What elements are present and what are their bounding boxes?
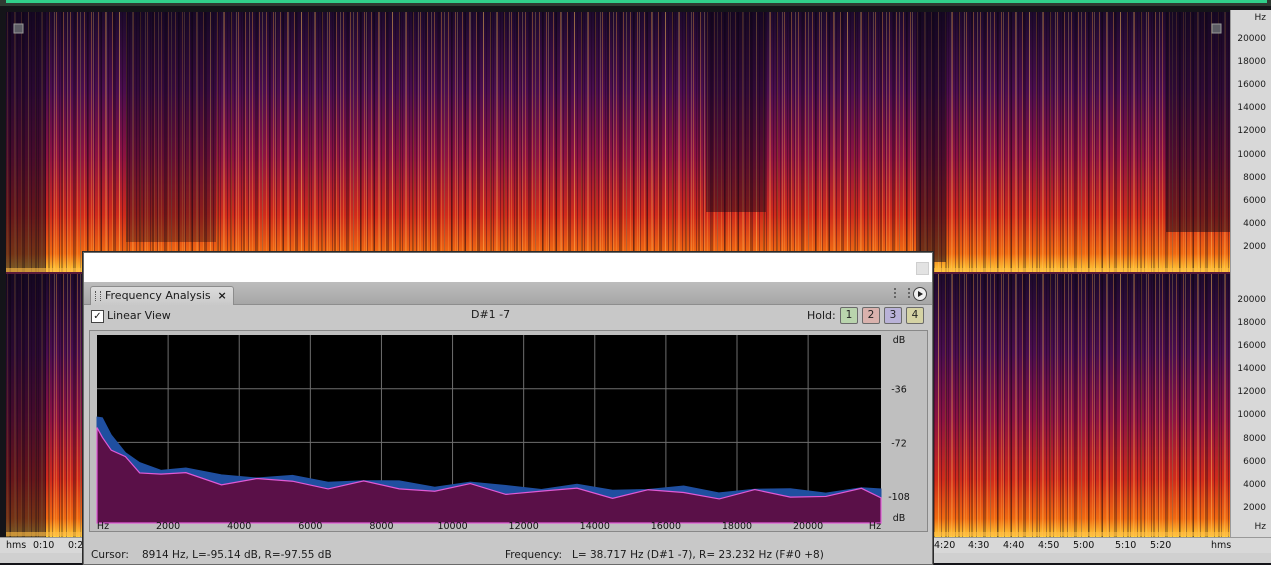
freq-tick-label: 4000 bbox=[1243, 219, 1266, 229]
freq-tick-label: 2000 bbox=[1243, 242, 1266, 252]
selection-bar[interactable] bbox=[6, 0, 1267, 3]
freq-tick-label: 12000 bbox=[1237, 126, 1266, 136]
y-tick-label: -36 bbox=[891, 385, 907, 396]
hz-unit-bottom: Hz bbox=[1254, 522, 1267, 532]
freq-tick-label: 8000 bbox=[1243, 434, 1266, 444]
time-tick-label: 4:20 bbox=[934, 540, 956, 551]
freq-tick-label: 10000 bbox=[1237, 410, 1266, 420]
time-tick-label: 5:10 bbox=[1115, 540, 1137, 551]
time-unit-left: hms bbox=[6, 540, 27, 551]
zoom-corner-right[interactable] bbox=[1211, 23, 1222, 34]
grip-icon[interactable] bbox=[95, 291, 101, 301]
freq-tick-label: 14000 bbox=[1237, 103, 1266, 113]
note-readout: D#1 -7 bbox=[471, 308, 511, 321]
freq-tick-label: 12000 bbox=[1237, 387, 1266, 397]
x-tick-label: 8000 bbox=[369, 521, 393, 531]
time-tick-label: 4:30 bbox=[968, 540, 990, 551]
freq-tick-label: 18000 bbox=[1237, 57, 1266, 67]
x-tick-label: 2000 bbox=[156, 521, 180, 531]
time-tick-label: 0:10 bbox=[33, 540, 55, 551]
tab-frequency-analysis[interactable]: Frequency Analysis × bbox=[90, 286, 234, 305]
panel-tab-bar: Frequency Analysis × bbox=[84, 282, 932, 305]
zoom-corner-left[interactable] bbox=[13, 23, 24, 34]
tab-close-icon[interactable]: × bbox=[217, 287, 226, 305]
hold-button-1[interactable]: 1 bbox=[840, 307, 858, 324]
frequency-readout: L= 38.717 Hz (D#1 -7), R= 23.232 Hz (F#0… bbox=[572, 549, 824, 561]
time-tick-label: 4:50 bbox=[1038, 540, 1060, 551]
freq-tick-label: 6000 bbox=[1243, 196, 1266, 206]
frequency-label: Frequency: bbox=[505, 549, 563, 561]
freq-tick-label: 14000 bbox=[1237, 364, 1266, 374]
frequency-graph[interactable]: Hz 2000 4000 6000 8000 10000 12000 14000 16000 18… bbox=[90, 331, 927, 531]
frequency-ruler: Hz 20000 18000 16000 14000 12000 10000 8… bbox=[1230, 10, 1271, 537]
freq-tick-label: 16000 bbox=[1237, 341, 1266, 351]
hold-button-3[interactable]: 3 bbox=[884, 307, 902, 324]
hold-button-2[interactable]: 2 bbox=[862, 307, 880, 324]
y-tick-label: dB bbox=[893, 335, 906, 346]
x-tick-label: 10000 bbox=[437, 521, 467, 531]
frequency-analysis-panel: Frequency Analysis × ✓ Linear View D#1 -… bbox=[83, 252, 933, 565]
x-tick-label: 20000 bbox=[793, 521, 823, 531]
y-tick-label: dB bbox=[893, 513, 906, 524]
tab-label: Frequency Analysis bbox=[105, 289, 211, 302]
time-tick-label: 4:40 bbox=[1003, 540, 1025, 551]
panel-menu-icon[interactable] bbox=[913, 287, 927, 301]
time-unit-right: hms bbox=[1211, 540, 1232, 551]
frequency-graph-frame: Hz 2000 4000 6000 8000 10000 12000 14000 16000 18… bbox=[89, 330, 928, 532]
panel-toolbar: ✓ Linear View D#1 -7 Hold: 1 2 3 4 bbox=[84, 305, 932, 327]
cursor-readout: 8914 Hz, L=-95.14 dB, R=-97.55 dB bbox=[142, 549, 332, 561]
x-tick-label: 6000 bbox=[298, 521, 322, 531]
y-tick-label: -72 bbox=[891, 438, 907, 449]
freq-tick-label: 20000 bbox=[1237, 295, 1266, 305]
top-accent-strip bbox=[0, 0, 1271, 6]
time-tick-label: 5:20 bbox=[1150, 540, 1172, 551]
x-tick-label: Hz bbox=[869, 521, 881, 531]
cursor-label: Cursor: bbox=[91, 549, 129, 561]
freq-tick-label: 6000 bbox=[1243, 457, 1266, 467]
hold-button-4[interactable]: 4 bbox=[906, 307, 924, 324]
time-tick-label: 5:00 bbox=[1073, 540, 1095, 551]
x-tick-label: Hz bbox=[97, 521, 109, 531]
freq-tick-label: 16000 bbox=[1237, 80, 1266, 90]
freq-tick-label: 10000 bbox=[1237, 150, 1266, 160]
linear-view-checkbox[interactable]: ✓ bbox=[91, 310, 104, 323]
x-tick-label: 12000 bbox=[509, 521, 539, 531]
freq-tick-label: 20000 bbox=[1237, 34, 1266, 44]
x-tick-label: 4000 bbox=[227, 521, 251, 531]
panel-close-icon[interactable] bbox=[916, 262, 929, 275]
x-tick-label: 14000 bbox=[580, 521, 610, 531]
freq-tick-label: 18000 bbox=[1237, 318, 1266, 328]
y-tick-label: -108 bbox=[888, 492, 910, 503]
hold-label: Hold: bbox=[807, 309, 836, 322]
freq-tick-label: 8000 bbox=[1243, 173, 1266, 183]
panel-title-bar[interactable] bbox=[84, 253, 932, 282]
hz-unit-top: Hz bbox=[1254, 13, 1267, 23]
linear-view-label[interactable]: Linear View bbox=[107, 309, 171, 322]
x-tick-label: 16000 bbox=[651, 521, 681, 531]
freq-tick-label: 2000 bbox=[1243, 503, 1266, 513]
drag-handle-icon[interactable] bbox=[894, 288, 910, 298]
freq-tick-label: 4000 bbox=[1243, 480, 1266, 490]
x-tick-label: 18000 bbox=[722, 521, 752, 531]
